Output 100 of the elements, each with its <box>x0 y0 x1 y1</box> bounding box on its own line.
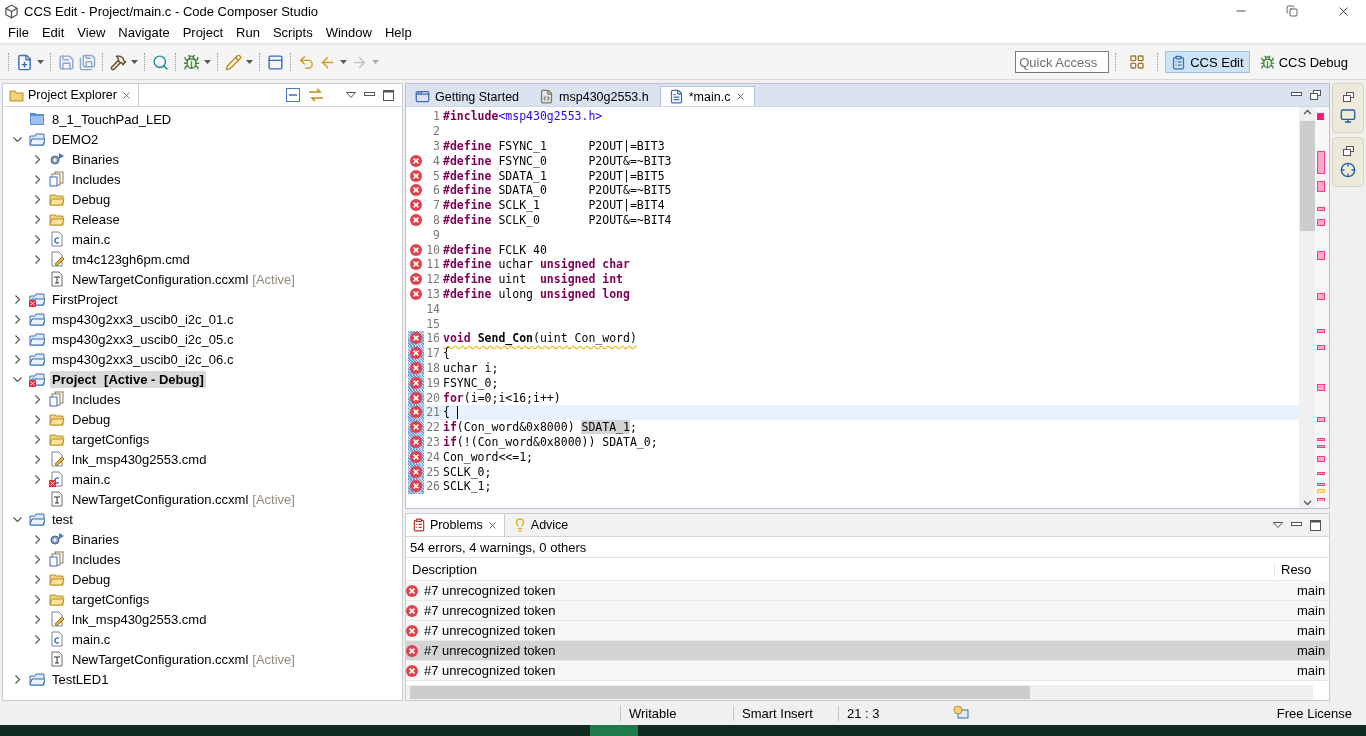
quick-access-field[interactable]: Quick Access <box>1015 51 1110 73</box>
expand-chevron-icon[interactable] <box>32 474 42 484</box>
collapse-chevron-icon[interactable] <box>12 134 22 144</box>
expand-chevron-icon[interactable] <box>32 594 42 604</box>
dropdown-caret-icon[interactable] <box>246 60 253 64</box>
expand-chevron-icon[interactable] <box>32 394 42 404</box>
tree-item[interactable]: FirstProject <box>50 290 120 308</box>
tree-item[interactable]: NewTargetConfiguration.ccxml [Active] <box>70 490 297 508</box>
tree-item[interactable]: Debug <box>70 410 113 428</box>
tree-item[interactable]: main.c <box>70 230 113 248</box>
tree-item[interactable]: Release <box>70 210 122 228</box>
tree-item[interactable]: Binaries <box>70 150 121 168</box>
expand-chevron-icon[interactable] <box>32 154 42 164</box>
target-icon[interactable] <box>1340 162 1356 178</box>
minimize-icon[interactable] <box>364 92 375 98</box>
maximize-icon[interactable] <box>383 89 394 101</box>
editor-tab[interactable]: msp430g2553.h <box>530 86 658 106</box>
close-icon[interactable] <box>735 91 747 102</box>
expand-chevron-icon[interactable] <box>32 254 42 264</box>
menu-item[interactable]: Project <box>176 24 231 40</box>
expand-chevron-icon[interactable] <box>32 574 42 584</box>
view-menu-icon[interactable] <box>1273 522 1283 528</box>
tree-item[interactable]: NewTargetConfiguration.ccxml [Active] <box>70 270 297 288</box>
expand-chevron-icon[interactable] <box>32 214 42 224</box>
expand-chevron-icon[interactable] <box>32 414 42 424</box>
tree-item[interactable]: NewTargetConfiguration.ccxml [Active] <box>70 650 297 668</box>
new-file-icon[interactable] <box>16 53 33 71</box>
scroll-down-icon[interactable] <box>1302 500 1312 506</box>
tree-item[interactable]: lnk_msp430g2553.cmd <box>70 610 209 628</box>
expand-chevron-icon[interactable] <box>32 434 42 444</box>
dropdown-caret-icon[interactable] <box>204 60 211 64</box>
collapse-chevron-icon[interactable] <box>12 514 22 524</box>
perspective-button[interactable]: CCS Edit <box>1165 51 1250 73</box>
sync-icon[interactable] <box>953 705 969 721</box>
tree-item[interactable]: Debug <box>70 570 113 588</box>
menu-item[interactable]: Navigate <box>112 24 177 40</box>
editor-tab[interactable]: Getting Started <box>406 86 529 106</box>
tree-item[interactable]: Includes <box>70 390 123 408</box>
view-menu-icon[interactable] <box>346 92 356 98</box>
vertical-scrollbar[interactable] <box>1299 107 1315 508</box>
expand-chevron-icon[interactable] <box>32 174 42 184</box>
menu-item[interactable]: Scripts <box>266 24 320 40</box>
menu-item[interactable]: Run <box>230 24 267 40</box>
restore-icon[interactable] <box>1342 146 1354 156</box>
tree-item[interactable]: msp430g2xx3_uscib0_i2c_05.c <box>50 330 236 348</box>
panel-icon[interactable] <box>267 53 284 71</box>
restore-icon[interactable] <box>1342 92 1354 102</box>
horizontal-scrollbar[interactable] <box>406 685 1313 700</box>
menu-item[interactable]: Window <box>319 24 379 40</box>
menu-item[interactable]: View <box>71 24 113 40</box>
collapse-all-icon[interactable] <box>286 88 300 102</box>
maximize-icon[interactable] <box>1310 519 1321 531</box>
collapse-chevron-icon[interactable] <box>12 374 22 384</box>
minimize-icon[interactable] <box>1291 522 1302 528</box>
problem-row[interactable]: #7 unrecognized token main <box>406 641 1329 661</box>
view-tab[interactable]: Problems <box>406 514 505 536</box>
tree-item[interactable]: DEMO2 <box>50 130 101 148</box>
close-icon[interactable] <box>486 519 498 531</box>
dropdown-caret-icon[interactable] <box>37 60 44 64</box>
expand-chevron-icon[interactable] <box>12 354 22 364</box>
dropdown-caret-icon[interactable] <box>340 60 347 64</box>
monitor-icon[interactable] <box>1340 108 1356 124</box>
search-icon[interactable] <box>152 53 169 71</box>
tree-item[interactable]: test <box>50 510 75 528</box>
tree-item[interactable]: 8_1_TouchPad_LED <box>50 110 174 128</box>
tree-item[interactable]: lnk_msp430g2553.cmd <box>70 450 209 468</box>
problem-row[interactable]: #7 unrecognized token main <box>406 581 1329 601</box>
tree-item[interactable]: msp430g2xx3_uscib0_i2c_06.c <box>50 350 236 368</box>
tree-item[interactable]: tm4c123gh6pm.cmd <box>70 250 192 268</box>
dropdown-caret-icon[interactable] <box>131 60 138 64</box>
expand-chevron-icon[interactable] <box>12 294 22 304</box>
expand-chevron-icon[interactable] <box>32 194 42 204</box>
perspective-button[interactable]: CCS Debug <box>1253 51 1354 73</box>
bug-icon[interactable] <box>183 53 200 71</box>
tree-item[interactable]: targetConfigs <box>70 430 152 448</box>
problem-row[interactable]: #7 unrecognized token main <box>406 621 1329 641</box>
column-header[interactable]: Description <box>406 561 1274 577</box>
expand-chevron-icon[interactable] <box>32 534 42 544</box>
restore-icon[interactable] <box>1310 90 1321 100</box>
menu-item[interactable]: Help <box>378 24 419 40</box>
tree-item[interactable]: msp430g2xx3_uscib0_i2c_01.c <box>50 310 236 328</box>
problem-row[interactable]: #7 unrecognized token main <box>406 601 1329 621</box>
tree-item[interactable]: Includes <box>70 550 123 568</box>
menu-item[interactable]: Edit <box>35 24 72 40</box>
tree-item[interactable]: main.c <box>70 470 113 488</box>
expand-chevron-icon[interactable] <box>32 454 42 464</box>
expand-chevron-icon[interactable] <box>32 234 42 244</box>
expand-chevron-icon[interactable] <box>32 634 42 644</box>
open-perspective-icon[interactable] <box>1129 54 1146 70</box>
link-arrows-icon[interactable] <box>308 88 324 102</box>
expand-chevron-icon[interactable] <box>32 554 42 564</box>
editor-tab[interactable]: *main.c <box>659 86 756 106</box>
problem-row[interactable]: #7 unrecognized token main <box>406 661 1329 681</box>
tree-item[interactable]: Project [Active - Debug] <box>50 370 206 388</box>
expand-chevron-icon[interactable] <box>12 334 22 344</box>
tree-item[interactable]: TestLED1 <box>50 670 111 688</box>
minimize-icon[interactable] <box>1291 92 1302 98</box>
column-header[interactable]: Reso <box>1274 561 1313 577</box>
tree-item[interactable]: targetConfigs <box>70 590 152 608</box>
tree-item[interactable]: Includes <box>70 170 123 188</box>
